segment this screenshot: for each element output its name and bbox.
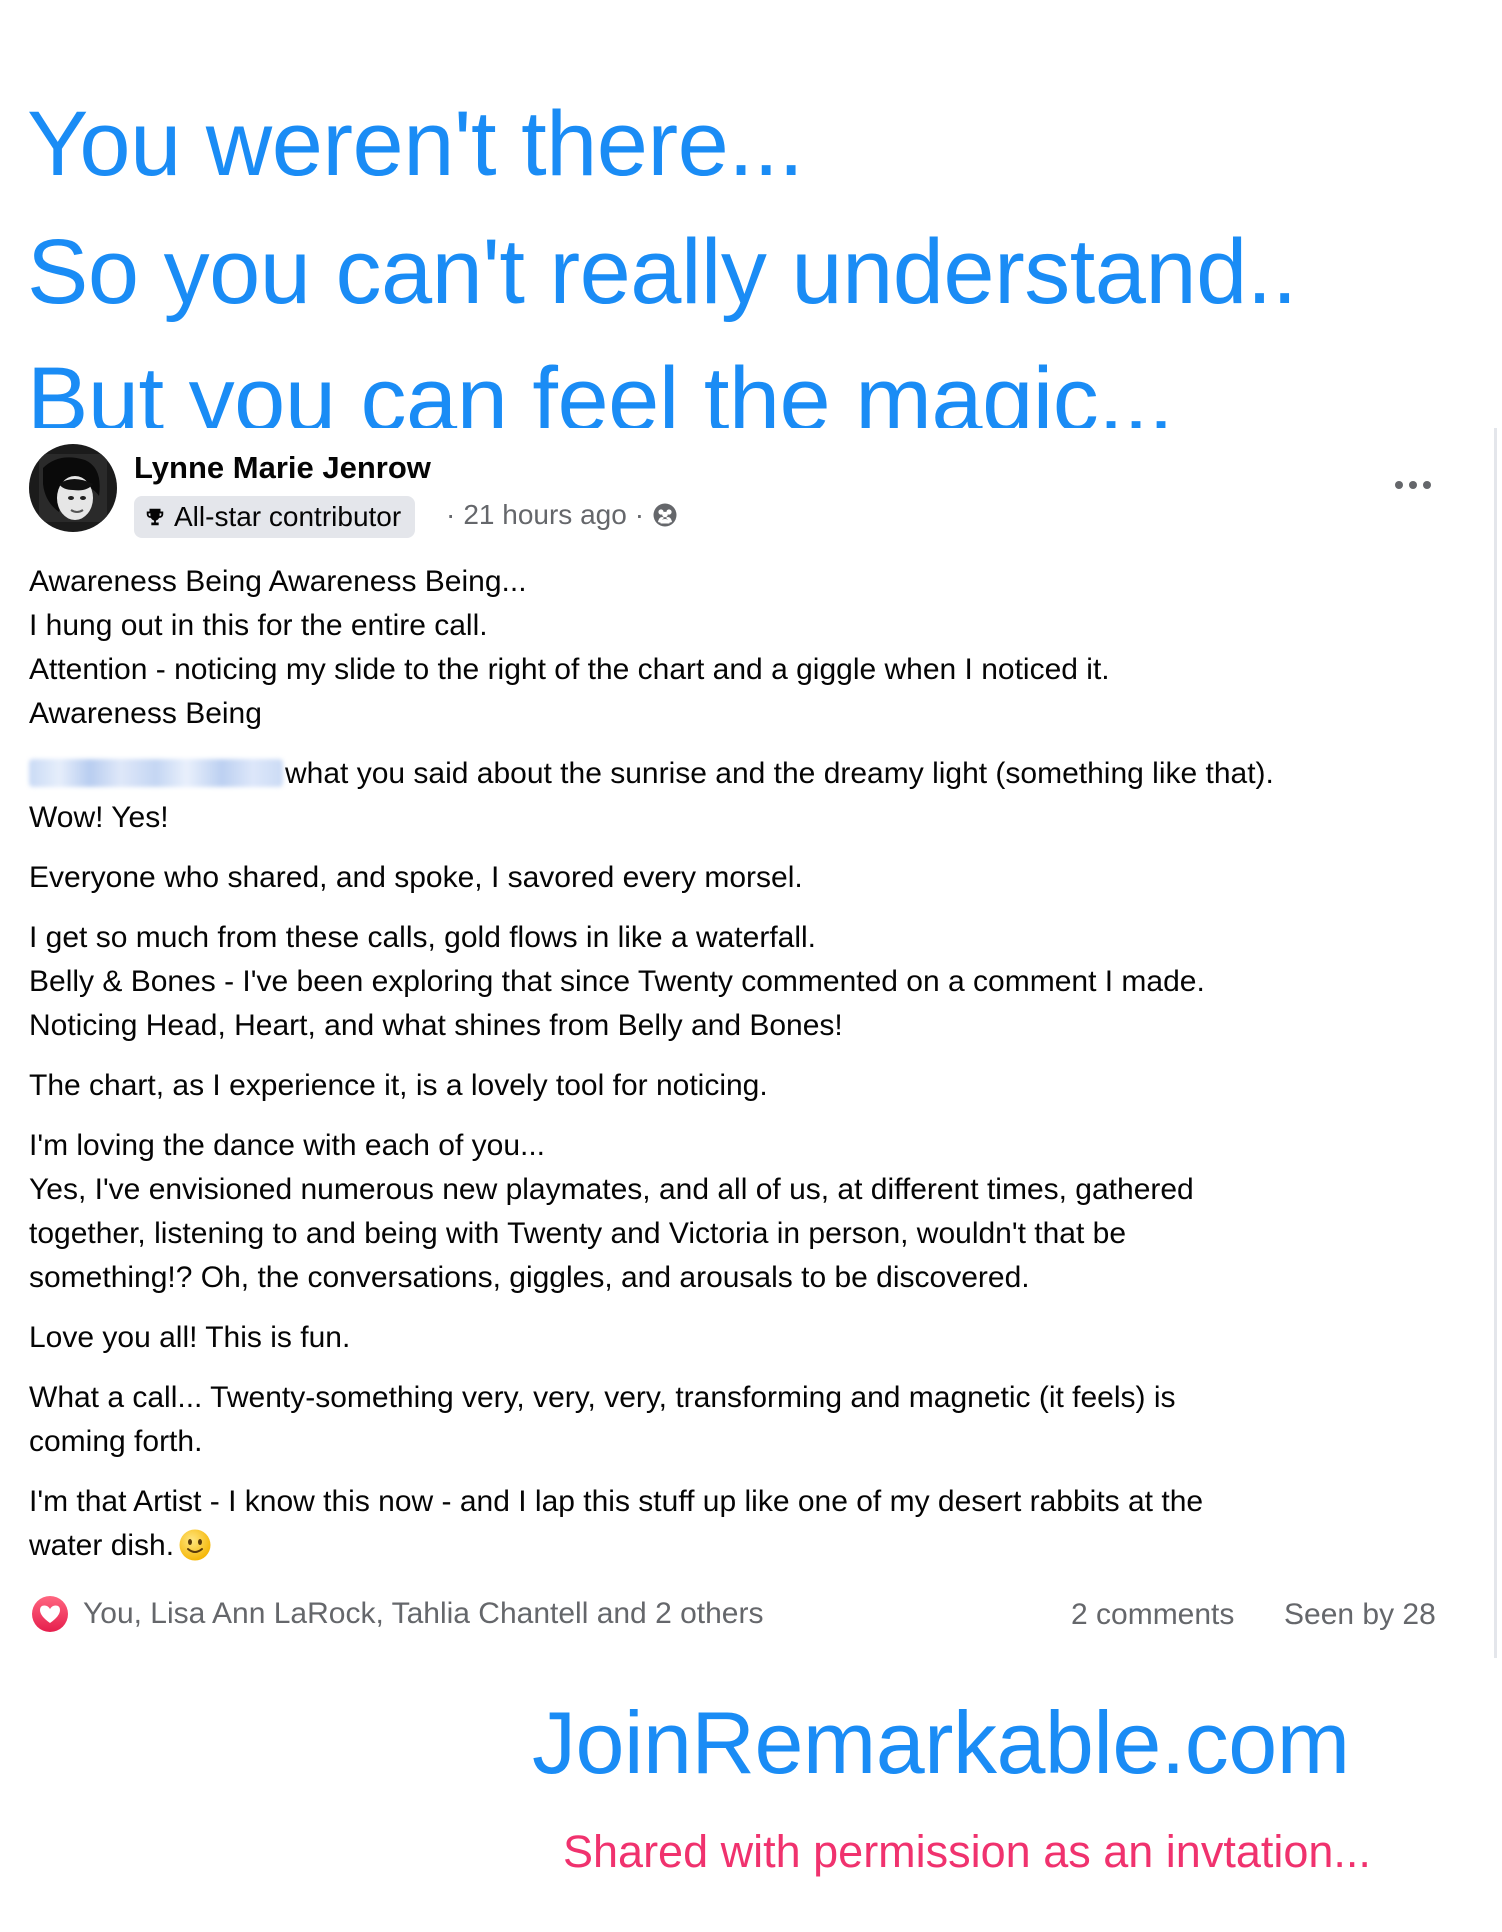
headline-line-1: You weren't there... bbox=[27, 93, 804, 195]
post-line: together, listening to and being with Tw… bbox=[29, 1217, 1127, 1250]
reaction-summary[interactable]: You, Lisa Ann LaRock, Tahlia Chantell an… bbox=[29, 1593, 763, 1635]
more-dot bbox=[1423, 481, 1431, 489]
post-line-text: water dish. bbox=[29, 1529, 175, 1562]
post-line: Yes, I've envisioned numerous new playma… bbox=[29, 1173, 1194, 1206]
post-line: The chart, as I experience it, is a love… bbox=[29, 1069, 768, 1102]
post-line: Everyone who shared, and spoke, I savore… bbox=[29, 861, 803, 894]
site-link[interactable]: JoinRemarkable.com bbox=[532, 1692, 1350, 1794]
post-paragraph: What a call... Twenty-something very, ve… bbox=[29, 1376, 1469, 1464]
post-line: coming forth. bbox=[29, 1425, 203, 1458]
heart-reaction-icon bbox=[30, 1594, 70, 1634]
post-line-text: what you said about the sunrise and the … bbox=[285, 757, 1274, 790]
author-avatar[interactable] bbox=[29, 444, 117, 532]
post-line: something!? Oh, the conversations, giggl… bbox=[29, 1261, 1030, 1294]
post-paragraph: Everyone who shared, and spoke, I savore… bbox=[29, 856, 1469, 900]
reaction-names: You, Lisa Ann LaRock, Tahlia Chantell an… bbox=[83, 1597, 764, 1630]
post-paragraph: Awareness Being Awareness Being... I hun… bbox=[29, 560, 1469, 736]
post-line: Awareness Being Awareness Being... bbox=[29, 565, 527, 598]
post-body: Awareness Being Awareness Being... I hun… bbox=[29, 560, 1469, 1584]
post-line-with-mention: what you said about the sunrise and the … bbox=[29, 752, 1469, 796]
headline-line-2: So you can't really understand.. bbox=[27, 221, 1297, 323]
post-paragraph: I'm that Artist - I know this now - and … bbox=[29, 1480, 1469, 1568]
meta-separator: · bbox=[634, 499, 645, 530]
meta-separator: · bbox=[446, 499, 456, 530]
shared-note: Shared with permission as an invtation..… bbox=[563, 1826, 1371, 1877]
post-paragraph: what you said about the sunrise and the … bbox=[29, 752, 1469, 840]
post-paragraph: I'm loving the dance with each of you...… bbox=[29, 1124, 1469, 1300]
post-timestamp[interactable]: 21 hours ago bbox=[463, 499, 626, 531]
post-line: What a call... Twenty-something very, ve… bbox=[29, 1381, 1176, 1414]
slightly-smiling-face-emoji-icon bbox=[179, 1529, 211, 1561]
post-line: I'm loving the dance with each of you... bbox=[29, 1129, 546, 1162]
badge-label: All-star contributor bbox=[174, 501, 402, 532]
more-options-icon[interactable] bbox=[1388, 470, 1438, 500]
post-meta: · 21 hours ago · bbox=[446, 499, 678, 531]
blurred-mention[interactable] bbox=[29, 759, 283, 787]
post-line: I'm that Artist - I know this now - and … bbox=[29, 1485, 1204, 1518]
post-line: Awareness Being bbox=[29, 697, 262, 730]
post-line-with-emoji: water dish. bbox=[29, 1524, 1469, 1568]
trophy-icon bbox=[146, 508, 164, 526]
post-line: I get so much from these calls, gold flo… bbox=[29, 921, 817, 954]
group-privacy-icon[interactable] bbox=[652, 502, 678, 528]
post-paragraph: I get so much from these calls, gold flo… bbox=[29, 916, 1469, 1048]
post-line: Noticing Head, Heart, and what shines fr… bbox=[29, 1009, 843, 1042]
contributor-badge[interactable]: All-star contributor bbox=[134, 496, 416, 538]
post-line: Attention - noticing my slide to the rig… bbox=[29, 653, 1110, 686]
comments-count[interactable]: 2 comments bbox=[1071, 1598, 1234, 1632]
seen-by-count[interactable]: Seen by 28 bbox=[1284, 1598, 1436, 1632]
post-line: Love you all! This is fun. bbox=[29, 1321, 351, 1354]
more-dot bbox=[1409, 481, 1417, 489]
more-dot bbox=[1395, 481, 1403, 489]
post-paragraph: The chart, as I experience it, is a love… bbox=[29, 1064, 1469, 1108]
avatar-image bbox=[29, 444, 117, 532]
post-line: Wow! Yes! bbox=[29, 801, 169, 834]
post-paragraph: Love you all! This is fun. bbox=[29, 1316, 1469, 1360]
post-line: I hung out in this for the entire call. bbox=[29, 609, 488, 642]
post-line: Belly & Bones - I've been exploring that… bbox=[29, 965, 1205, 998]
author-name[interactable]: Lynne Marie Jenrow bbox=[134, 450, 431, 486]
